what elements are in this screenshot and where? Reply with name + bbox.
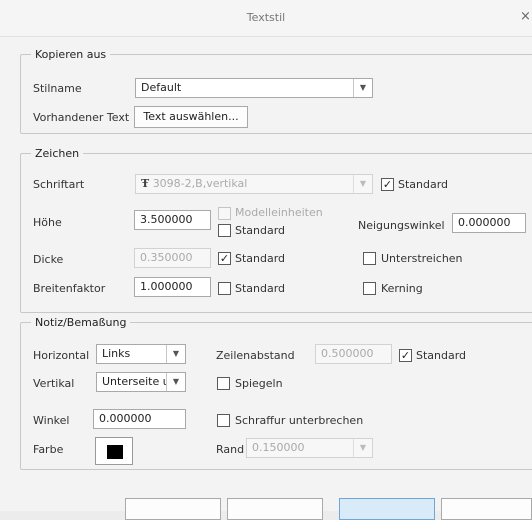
rand-label: Rand xyxy=(216,443,245,456)
zeilenabstand-standard-checkbox[interactable]: ✓ xyxy=(399,349,412,362)
group-zeichen-legend: Zeichen xyxy=(35,147,80,160)
chevron-down-icon: ▼ xyxy=(353,79,372,97)
group-notiz-bemassung-legend: Notiz/Bemaßung xyxy=(35,316,127,329)
check-icon: ✓ xyxy=(382,178,393,191)
stilname-dropdown[interactable]: Default ▼ xyxy=(135,78,373,98)
hoehe-standard-checkbox[interactable] xyxy=(218,224,231,237)
footer-button-2[interactable] xyxy=(227,498,323,520)
neigungswinkel-input[interactable]: 0.000000 xyxy=(452,213,526,233)
chevron-down-icon: ▼ xyxy=(353,175,372,193)
text-auswaehlen-button[interactable]: Text auswählen... xyxy=(134,106,248,128)
chevron-down-icon: ▼ xyxy=(166,345,185,363)
schriftart-standard-checkbox[interactable]: ✓ xyxy=(381,178,394,191)
horizontal-value: Links xyxy=(102,347,131,360)
group-kopieren-aus-legend: Kopieren aus xyxy=(35,48,107,61)
title-bar: Textstil × xyxy=(0,0,532,37)
unterstreichen-checkbox[interactable] xyxy=(363,252,376,265)
rand-dropdown[interactable]: 0.150000 ▼ xyxy=(246,438,373,458)
footer-button-4[interactable] xyxy=(441,498,532,520)
footer-button-primary[interactable] xyxy=(339,498,435,520)
chevron-down-icon: ▼ xyxy=(166,373,185,391)
dicke-standard-checkbox[interactable]: ✓ xyxy=(218,252,231,265)
kerning-label: Kerning xyxy=(381,282,423,295)
breitenfaktor-input[interactable]: 1.000000 xyxy=(134,277,211,297)
hoehe-label: Höhe xyxy=(33,216,62,229)
breitenfaktor-label: Breitenfaktor xyxy=(33,282,106,295)
schraffur-unterbrechen-label: Schraffur unterbrechen xyxy=(235,414,364,427)
close-icon[interactable]: × xyxy=(520,9,531,24)
farbe-label: Farbe xyxy=(33,443,64,456)
spiegeln-checkbox[interactable] xyxy=(217,377,230,390)
footer-button-1[interactable] xyxy=(125,498,221,520)
stilname-label: Stilname xyxy=(33,82,82,95)
schriftart-value: 3098-2,B,vertikal xyxy=(152,177,248,190)
zeilenabstand-label: Zeilenabstand xyxy=(216,349,295,362)
schraffur-unterbrechen-checkbox[interactable] xyxy=(217,414,230,427)
schriftart-standard-label: Standard xyxy=(398,178,449,191)
vertikal-label: Vertikal xyxy=(33,377,75,390)
horizontal-dropdown[interactable]: Links ▼ xyxy=(96,344,186,364)
vertikal-dropdown[interactable]: Unterseite ι ▼ xyxy=(96,372,186,392)
farbe-color-button[interactable] xyxy=(95,437,133,465)
dicke-label: Dicke xyxy=(33,253,64,266)
vorhandener-text-label: Vorhandener Text xyxy=(33,111,130,124)
hoehe-standard-label: Standard xyxy=(235,224,286,237)
schriftart-dropdown[interactable]: Ŧ 3098-2,B,vertikal ▼ xyxy=(135,174,373,194)
zeilenabstand-input[interactable]: 0.500000 xyxy=(315,344,392,364)
chevron-down-icon: ▼ xyxy=(353,439,372,457)
dicke-standard-label: Standard xyxy=(235,252,286,265)
winkel-input[interactable]: 0.000000 xyxy=(93,409,186,429)
vertikal-value: Unterseite ι xyxy=(102,375,167,388)
check-icon: ✓ xyxy=(219,252,230,265)
modelleinheiten-checkbox[interactable] xyxy=(218,207,231,220)
font-icon: Ŧ xyxy=(141,177,150,190)
stilname-value: Default xyxy=(141,81,182,94)
winkel-label: Winkel xyxy=(33,414,70,427)
dicke-input[interactable]: 0.350000 xyxy=(134,248,211,268)
breitenfaktor-standard-checkbox[interactable] xyxy=(218,282,231,295)
rand-value: 0.150000 xyxy=(252,441,305,454)
breitenfaktor-standard-label: Standard xyxy=(235,282,286,295)
hoehe-input[interactable]: 3.500000 xyxy=(134,210,211,230)
zeilenabstand-standard-label: Standard xyxy=(416,349,467,362)
check-icon: ✓ xyxy=(400,349,411,362)
neigungswinkel-label: Neigungswinkel xyxy=(358,219,445,232)
unterstreichen-label: Unterstreichen xyxy=(381,252,463,265)
color-swatch xyxy=(107,445,123,459)
horizontal-label: Horizontal xyxy=(33,349,90,362)
window-title: Textstil xyxy=(246,11,286,24)
modelleinheiten-label: Modelleinheiten xyxy=(235,206,323,219)
kerning-checkbox[interactable] xyxy=(363,282,376,295)
schriftart-label: Schriftart xyxy=(33,178,85,191)
spiegeln-label: Spiegeln xyxy=(235,377,283,390)
